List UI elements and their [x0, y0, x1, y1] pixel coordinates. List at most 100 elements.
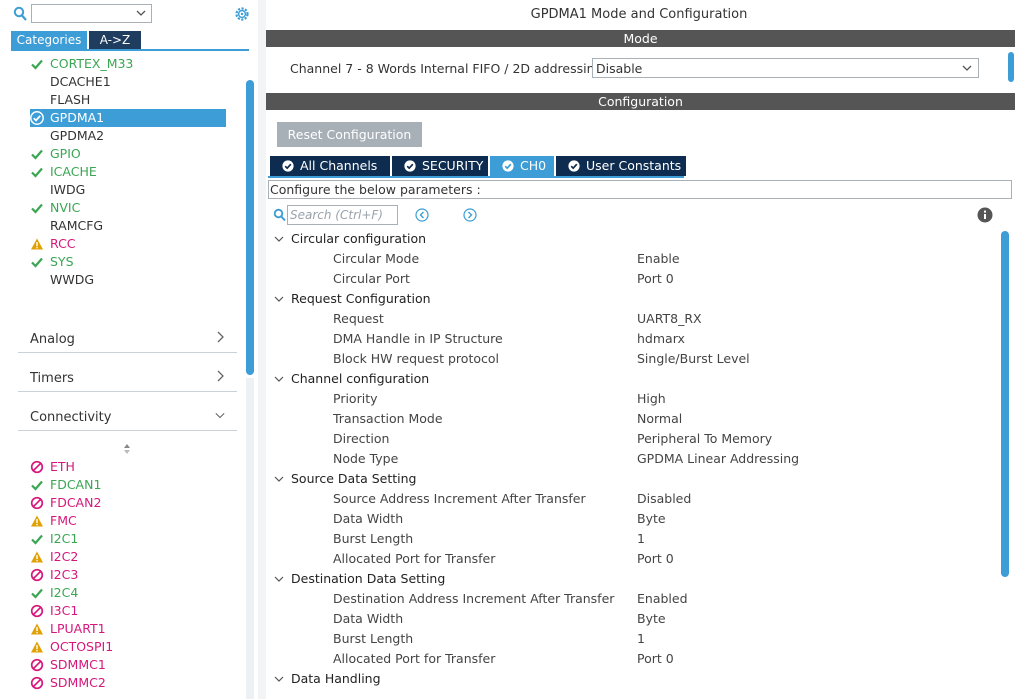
parameter-row[interactable]: Source Address Increment After Transfer D… [270, 489, 1000, 509]
panel-divider[interactable] [258, 0, 266, 699]
parameter-value[interactable]: GPDMA Linear Addressing [637, 449, 799, 469]
parameter-row[interactable]: Data Width Byte [270, 509, 1000, 529]
sidebar-item-cortex_m33[interactable]: CORTEX_M33 [30, 55, 226, 73]
sidebar-item-i2c4[interactable]: I2C4 [30, 584, 226, 602]
tab-user-constants[interactable]: User Constants [556, 156, 686, 176]
list-item-label: OCTOSPI1 [50, 639, 114, 654]
parameter-value[interactable]: Port 0 [637, 549, 674, 569]
tree-section[interactable]: Source Data Setting [270, 469, 1000, 489]
sidebar-item-ramcfg[interactable]: RAMCFG [30, 217, 226, 235]
search-icon[interactable] [13, 6, 27, 22]
sidebar-item-nvic[interactable]: NVIC [30, 199, 226, 217]
sidebar-item-flash[interactable]: FLASH [30, 91, 226, 109]
left-scrollbar-track[interactable] [246, 378, 254, 699]
sidebar-item-dcache1[interactable]: DCACHE1 [30, 73, 226, 91]
sidebar-item-fdcan2[interactable]: FDCAN2 [30, 494, 226, 512]
parameter-value[interactable]: UART8_RX [637, 309, 702, 329]
group-analog[interactable]: Analog [18, 322, 237, 353]
search-previous-icon[interactable] [415, 208, 429, 222]
left-scrollbar-thumb[interactable] [246, 80, 254, 375]
sort-icon[interactable] [122, 442, 132, 456]
sidebar-item-gpdma2[interactable]: GPDMA2 [30, 127, 226, 145]
search-next-icon[interactable] [463, 208, 477, 222]
parameter-row[interactable]: Allocated Port for Transfer Port 0 [270, 549, 1000, 569]
tab-security[interactable]: SECURITY [392, 156, 488, 176]
tab-ch0[interactable]: CH0 [490, 156, 554, 176]
tab-categories[interactable]: Categories [11, 31, 87, 49]
mode-scrollbar-thumb[interactable] [1008, 52, 1014, 82]
parameter-value[interactable]: High [637, 389, 666, 409]
parameter-value[interactable]: Port 0 [637, 269, 674, 289]
parameter-search-input[interactable]: Search (Ctrl+F) [287, 205, 398, 225]
info-icon[interactable] [977, 207, 993, 223]
parameter-row[interactable]: Block HW request protocol Single/Burst Le… [270, 349, 1000, 369]
group-timers[interactable]: Timers [18, 361, 237, 392]
disabled-icon [30, 604, 44, 618]
parameter-row[interactable]: Direction Peripheral To Memory [270, 429, 1000, 449]
parameter-value[interactable]: Disabled [637, 489, 691, 509]
parameter-row[interactable]: Allocated Port for Transfer Port 0 [270, 649, 1000, 669]
sidebar-item-icache[interactable]: ICACHE [30, 163, 226, 181]
list-item-label: ICACHE [50, 164, 97, 179]
gear-icon[interactable] [233, 5, 251, 23]
parameter-row[interactable]: Circular Port Port 0 [270, 269, 1000, 289]
sidebar-item-octospi1[interactable]: OCTOSPI1 [30, 638, 226, 656]
parameter-row[interactable]: Node Type GPDMA Linear Addressing [270, 449, 1000, 469]
parameter-value[interactable]: Enabled [637, 589, 688, 609]
sidebar-item-fdcan1[interactable]: FDCAN1 [30, 476, 226, 494]
sidebar-item-eth[interactable]: ETH [30, 458, 226, 476]
parameter-row[interactable]: Burst Length 1 [270, 529, 1000, 549]
list-item-label: DCACHE1 [50, 74, 111, 89]
parameter-value[interactable]: Byte [637, 609, 666, 629]
sidebar-item-i2c1[interactable]: I2C1 [30, 530, 226, 548]
tree-section[interactable]: Request Configuration [270, 289, 1000, 309]
reset-configuration-button[interactable]: Reset Configuration [277, 122, 422, 147]
parameter-value[interactable]: hdmarx [637, 329, 685, 349]
tree-section[interactable]: Data Handling [270, 669, 1000, 689]
sidebar-item-rcc[interactable]: RCC [30, 235, 226, 253]
sidebar-item-lpuart1[interactable]: LPUART1 [30, 620, 226, 638]
parameter-row[interactable]: Burst Length 1 [270, 629, 1000, 649]
parameter-row[interactable]: Transaction Mode Normal [270, 409, 1000, 429]
disabled-icon [30, 496, 44, 510]
parameter-row[interactable]: Destination Address Increment After Tran… [270, 589, 1000, 609]
tab-all-channels[interactable]: All Channels [270, 156, 390, 176]
sidebar-item-fmc[interactable]: FMC [30, 512, 226, 530]
tree-scrollbar-thumb[interactable] [1001, 231, 1009, 577]
group-connectivity[interactable]: Connectivity [18, 400, 237, 431]
sidebar-item-iwdg[interactable]: IWDG [30, 181, 226, 199]
parameter-value[interactable]: Byte [637, 509, 666, 529]
sidebar-item-gpio[interactable]: GPIO [30, 145, 226, 163]
tree-section[interactable]: Destination Data Setting [270, 569, 1000, 589]
parameter-value[interactable]: 1 [637, 629, 645, 649]
sidebar-item-gpdma1[interactable]: GPDMA1 [30, 109, 226, 127]
list-item-label: I2C4 [50, 585, 79, 600]
parameter-row[interactable]: Priority High [270, 389, 1000, 409]
parameter-row[interactable]: Circular Mode Enable [270, 249, 1000, 269]
list-item-label: FDCAN1 [50, 477, 102, 492]
sidebar-item-sdmmc2[interactable]: SDMMC2 [30, 674, 226, 692]
parameter-value[interactable]: 1 [637, 529, 645, 549]
parameter-row[interactable]: Request UART8_RX [270, 309, 1000, 329]
sidebar-item-sdmmc1[interactable]: SDMMC1 [30, 656, 226, 674]
tab-a-to-z[interactable]: A->Z [89, 31, 141, 49]
sidebar-item-wwdg[interactable]: WWDG [30, 271, 226, 289]
mode-bar: Mode [266, 30, 1015, 47]
parameter-value[interactable]: Single/Burst Level [637, 349, 750, 369]
parameter-value[interactable]: Peripheral To Memory [637, 429, 772, 449]
tree-section[interactable]: Channel configuration [270, 369, 1000, 389]
sidebar-item-i3c1[interactable]: I3C1 [30, 602, 226, 620]
parameter-value[interactable]: Normal [637, 409, 682, 429]
search-combo[interactable] [31, 4, 152, 23]
parameter-row[interactable]: Data Width Byte [270, 609, 1000, 629]
mode-select[interactable]: Disable [592, 58, 979, 78]
parameter-value[interactable]: Port 0 [637, 649, 674, 669]
parameter-value[interactable]: Enable [637, 249, 680, 269]
parameter-row[interactable]: DMA Handle in IP Structure hdmarx [270, 329, 1000, 349]
parameter-name: Block HW request protocol [333, 351, 499, 366]
parameter-name: Allocated Port for Transfer [333, 651, 496, 666]
sidebar-item-i2c3[interactable]: I2C3 [30, 566, 226, 584]
sidebar-item-i2c2[interactable]: I2C2 [30, 548, 226, 566]
sidebar-item-sys[interactable]: SYS [30, 253, 226, 271]
tree-section[interactable]: Circular configuration [270, 229, 1000, 249]
